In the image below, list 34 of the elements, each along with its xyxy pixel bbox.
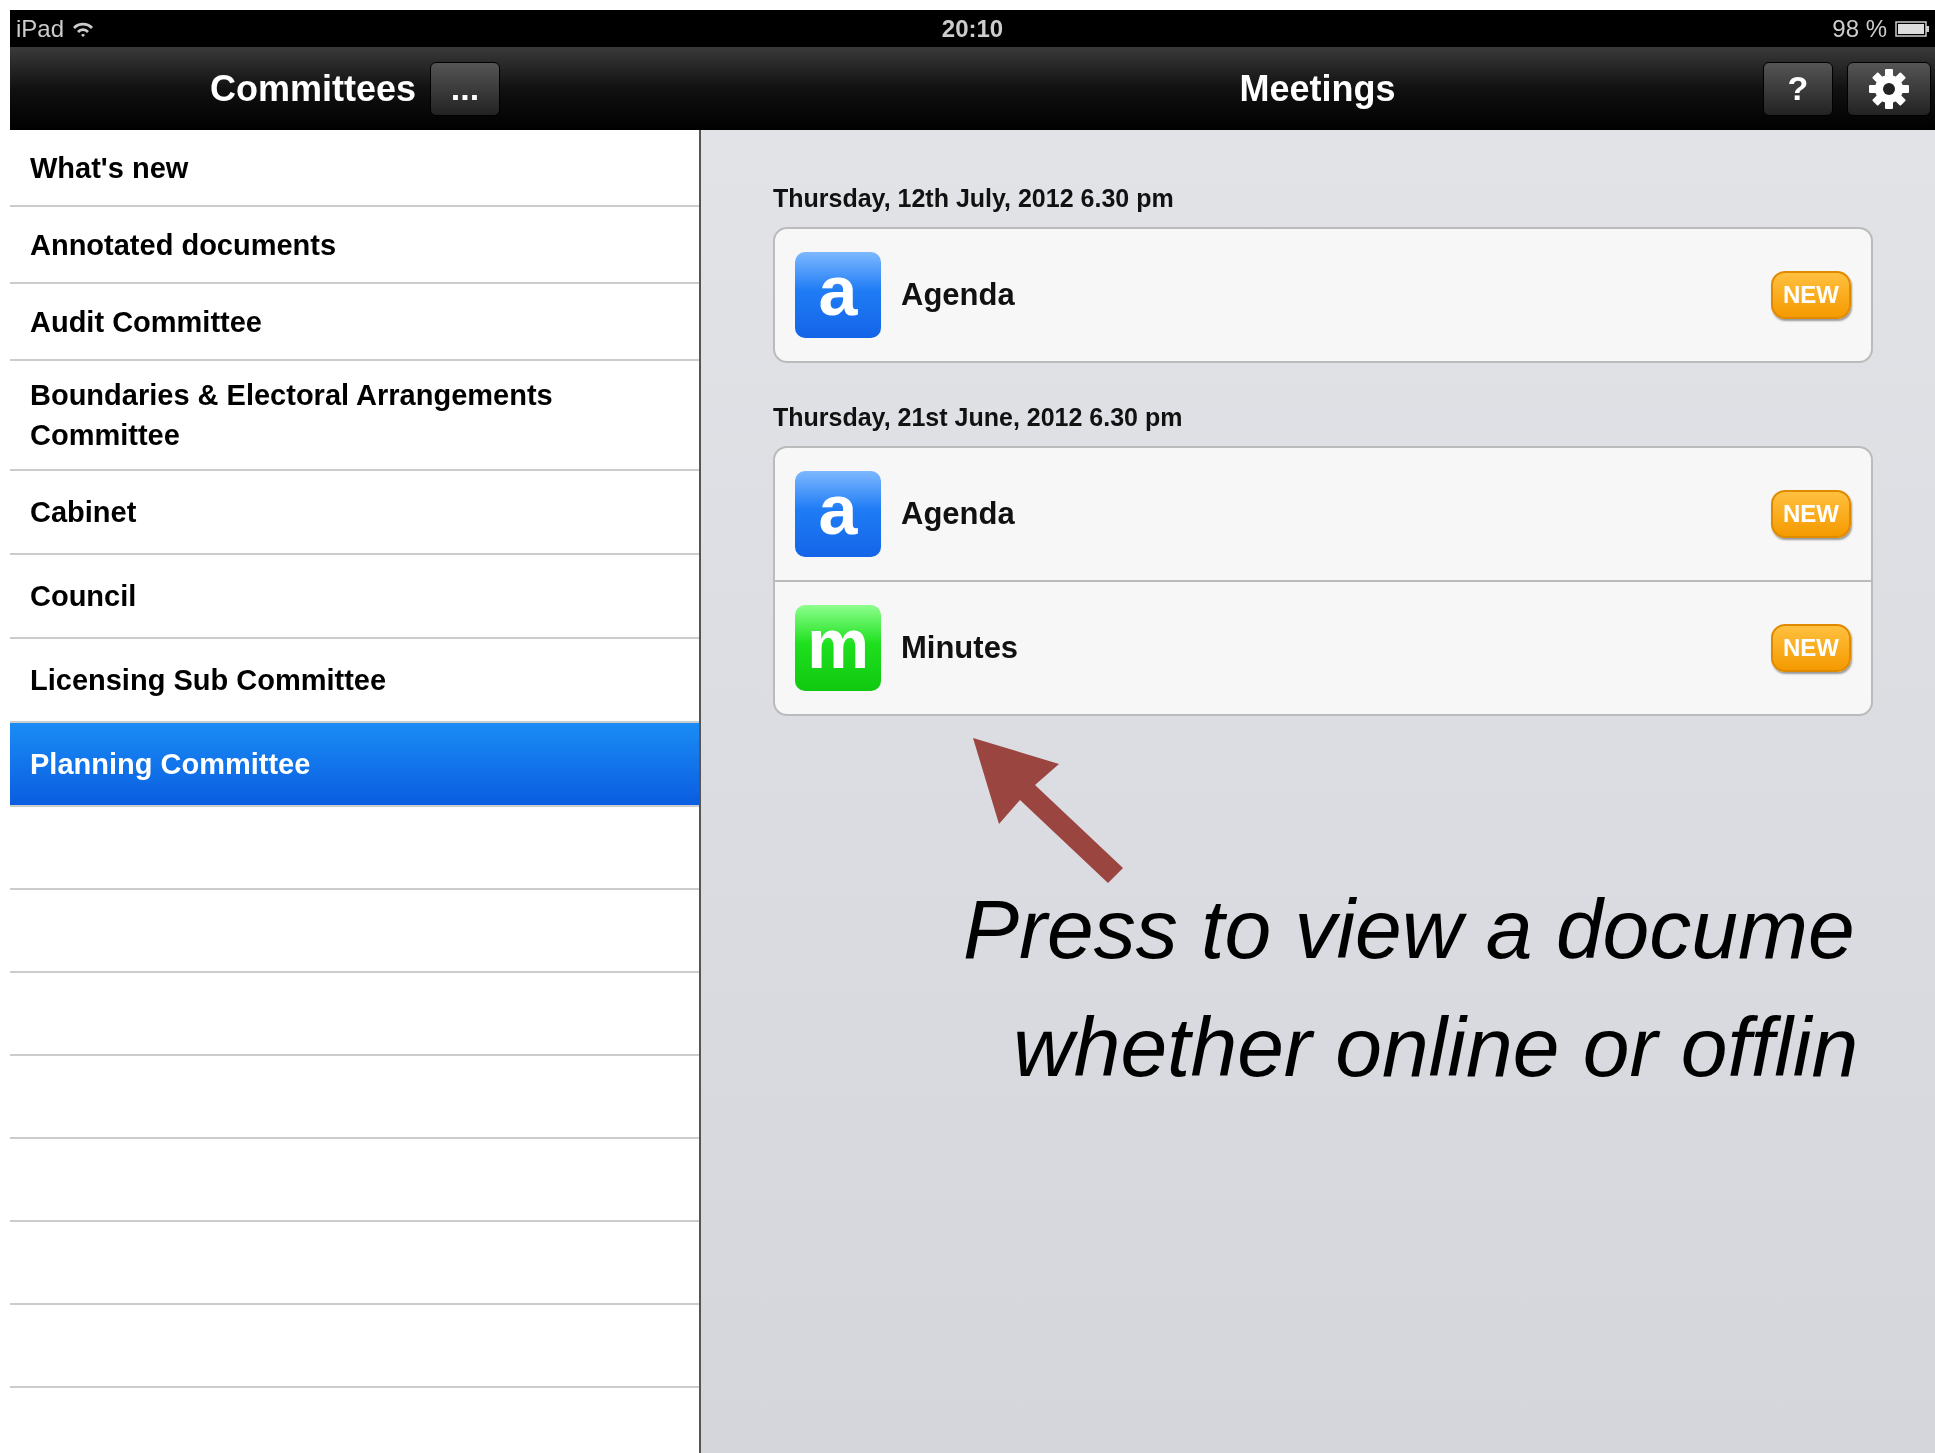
settings-icon	[1867, 66, 1911, 111]
sidebar-title: Committees	[209, 67, 417, 110]
device-name: iPad	[16, 14, 65, 43]
callout-text: Press to view a docume	[963, 881, 1856, 978]
settings-button[interactable]	[1847, 61, 1931, 116]
page-title: Meetings	[1239, 67, 1396, 110]
document-icon: a	[795, 471, 881, 557]
callout-text: whether online or offlin	[1012, 999, 1859, 1096]
sidebar-item[interactable]: Cabinet	[10, 471, 699, 555]
sidebar-item[interactable]: Boundaries & Electoral Arrangements Committee	[10, 361, 699, 471]
sidebar-item[interactable]: Audit Committee	[10, 284, 699, 361]
wifi-icon	[72, 20, 95, 37]
document-title: Agenda	[901, 277, 1016, 313]
meeting-date: Thursday, 12th July, 2012 6.30 pm	[773, 184, 1175, 213]
document-row[interactable]: a Agenda NEW	[775, 229, 1871, 361]
document-icon: a	[795, 252, 881, 338]
sidebar-item[interactable]: Council	[10, 555, 699, 639]
document-title: Agenda	[901, 496, 1016, 532]
sidebar-item[interactable]: What's new	[10, 130, 699, 207]
clock-time: 20:10	[941, 14, 1004, 43]
more-button[interactable]: ...	[430, 61, 501, 116]
help-button[interactable]: ?	[1763, 61, 1833, 116]
document-row[interactable]: a Agenda NEW	[775, 448, 1871, 580]
sidebar-item[interactable]: Annotated documents	[10, 207, 699, 284]
new-badge: NEW	[1771, 271, 1851, 319]
sidebar-item[interactable]: Planning Committee	[10, 723, 699, 807]
document-icon: m	[795, 605, 881, 691]
new-badge: NEW	[1771, 624, 1851, 672]
battery-percent: 98 %	[1832, 14, 1887, 43]
document-title: Minutes	[901, 630, 1020, 666]
meeting-date: Thursday, 21st June, 2012 6.30 pm	[773, 403, 1184, 432]
document-row[interactable]: m Minutes NEW	[775, 580, 1871, 714]
new-badge: NEW	[1771, 490, 1851, 538]
battery-icon	[1895, 20, 1929, 37]
